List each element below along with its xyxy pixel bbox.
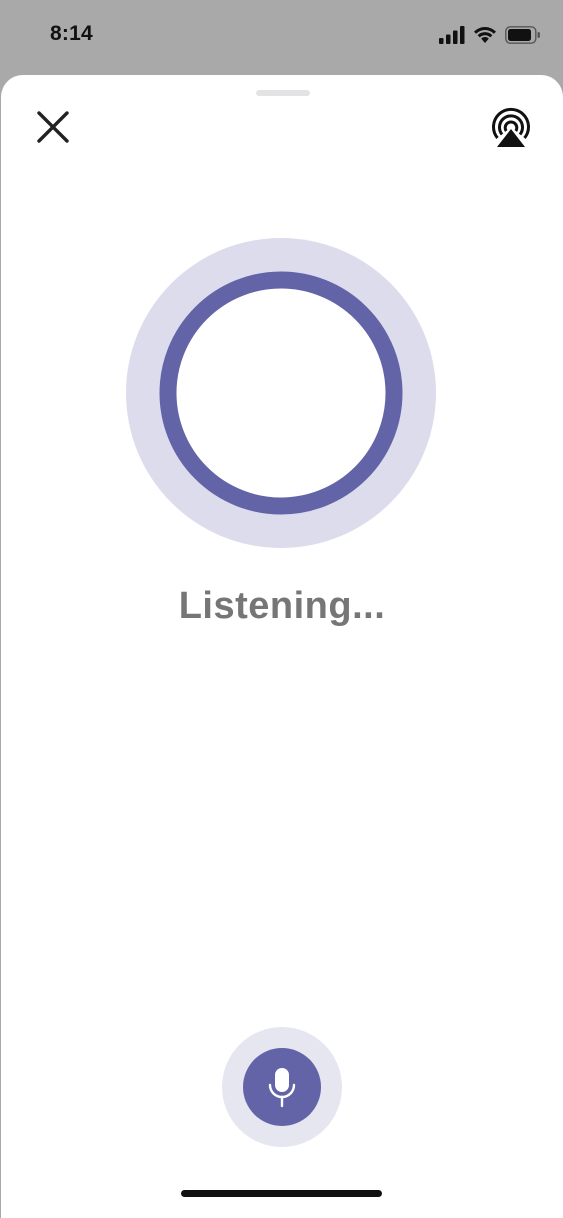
listening-orb xyxy=(126,238,436,548)
cellular-signal-icon xyxy=(439,26,465,44)
listening-status-text: Listening... xyxy=(178,585,386,627)
status-icons xyxy=(439,24,541,46)
listening-sheet: Listening... xyxy=(1,75,563,1218)
sheet-grabber[interactable] xyxy=(256,90,310,96)
wifi-icon xyxy=(474,27,496,43)
close-button[interactable] xyxy=(31,105,75,149)
status-bar: 8:14 xyxy=(0,0,563,72)
airplay-button[interactable] xyxy=(486,105,536,151)
status-time: 8:14 xyxy=(50,22,93,45)
airplay-icon xyxy=(492,107,530,147)
battery-icon xyxy=(505,26,540,44)
close-icon xyxy=(37,111,69,143)
microphone-icon xyxy=(268,1068,296,1108)
microphone-button[interactable] xyxy=(243,1048,321,1126)
microphone-button-halo xyxy=(222,1027,342,1147)
home-indicator[interactable] xyxy=(181,1190,382,1197)
